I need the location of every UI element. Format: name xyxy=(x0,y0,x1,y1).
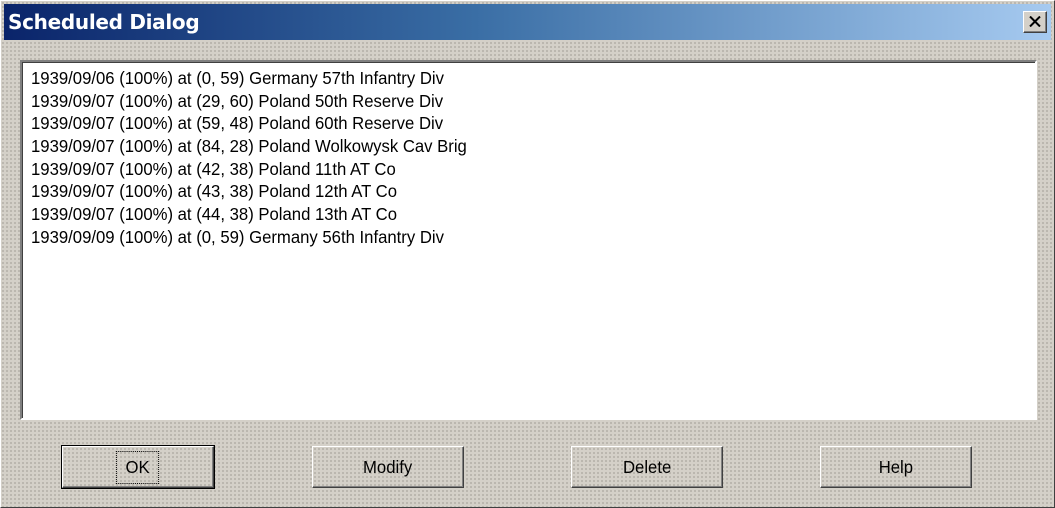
close-icon xyxy=(1029,16,1041,27)
list-item[interactable]: 1939/09/09 (100%) at (0, 59) Germany 56t… xyxy=(31,226,995,249)
modify-button[interactable]: Modify xyxy=(312,446,464,488)
help-button[interactable]: Help xyxy=(820,446,972,488)
list-item[interactable]: 1939/09/06 (100%) at (0, 59) Germany 57t… xyxy=(31,67,995,90)
delete-button[interactable]: Delete xyxy=(571,446,723,488)
help-button-label: Help xyxy=(878,456,914,477)
ok-button-label: OK xyxy=(116,450,160,484)
list-item[interactable]: 1939/09/07 (100%) at (84, 28) Poland Wol… xyxy=(31,135,995,158)
list-item[interactable]: 1939/09/07 (100%) at (43, 38) Poland 12t… xyxy=(31,180,995,203)
list-item[interactable]: 1939/09/07 (100%) at (59, 48) Poland 60t… xyxy=(31,112,995,135)
title-bar[interactable]: Scheduled Dialog xyxy=(4,4,1051,40)
close-button[interactable] xyxy=(1023,11,1047,33)
scheduled-dialog-window: Scheduled Dialog 1939/09/06 (100%) at (0… xyxy=(0,0,1055,508)
list-item[interactable]: 1939/09/07 (100%) at (44, 38) Poland 13t… xyxy=(31,203,995,226)
window-title: Scheduled Dialog xyxy=(8,10,200,34)
modify-button-label: Modify xyxy=(363,456,413,477)
delete-button-label: Delete xyxy=(622,456,672,477)
list-item[interactable]: 1939/09/07 (100%) at (29, 60) Poland 50t… xyxy=(31,90,995,113)
schedule-listbox[interactable]: 1939/09/06 (100%) at (0, 59) Germany 57t… xyxy=(20,60,1037,420)
list-item[interactable]: 1939/09/07 (100%) at (42, 38) Poland 11t… xyxy=(31,158,995,181)
ok-button[interactable]: OK xyxy=(61,445,215,489)
